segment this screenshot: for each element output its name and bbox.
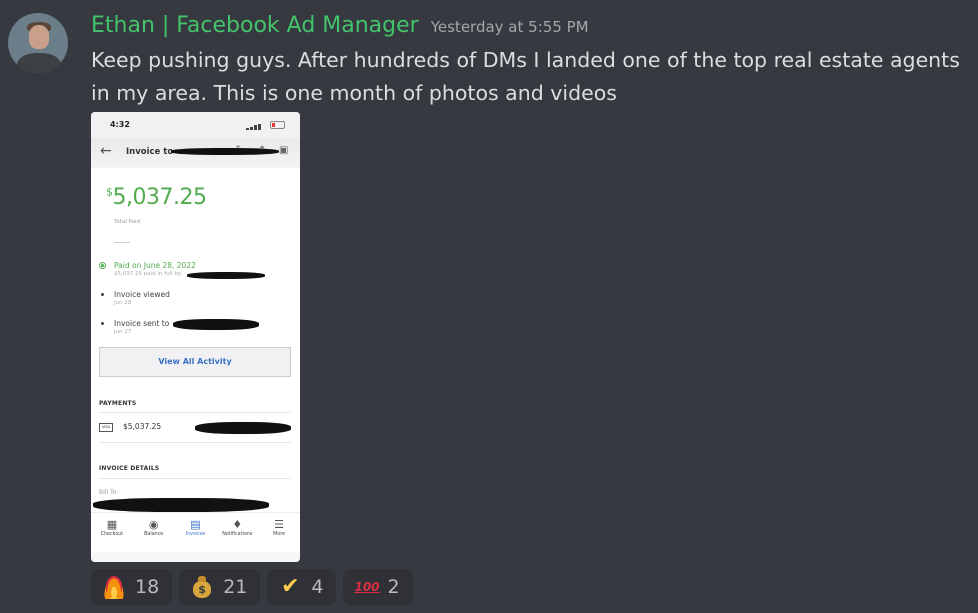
redaction-scribble (171, 148, 279, 155)
tab-invoices[interactable]: ▤ Invoices (175, 513, 217, 553)
reaction-count: 21 (223, 576, 248, 598)
invoice-header: ← Invoice to ↧ ↥ ▣ (91, 138, 300, 168)
home-indicator (91, 552, 300, 562)
message-timestamp[interactable]: Yesterday at 5:55 PM (431, 18, 589, 36)
bullet-icon (101, 293, 104, 296)
tab-notifications[interactable]: ♦ Notifications (216, 513, 258, 553)
invoice-amount: $5,037.25 (106, 185, 207, 210)
tab-more[interactable]: ☰ More (258, 513, 300, 553)
activity-title: Invoice viewed (114, 290, 170, 299)
reaction-money-bag[interactable]: 21 (179, 569, 261, 605)
battery-icon (270, 121, 285, 129)
phone-clock: 4:32 (110, 120, 130, 129)
card-icon: VISA (99, 423, 113, 432)
reaction-count: 2 (387, 576, 400, 598)
redaction-scribble (195, 422, 291, 434)
username[interactable]: Ethan | Facebook Ad Manager (91, 13, 419, 38)
balance-icon: ◉ (148, 518, 159, 531)
activity-subtitle: Jun 28 (114, 300, 132, 306)
money-bag-icon (190, 575, 214, 599)
tab-label: Checkout (100, 532, 124, 537)
activity-subtitle: Jun 27 (114, 329, 132, 335)
grid-icon: ▦ (106, 518, 118, 531)
redaction-scribble (93, 498, 269, 512)
invoice-details-heading: INVOICE DETAILS (99, 465, 160, 472)
phone-status-bar: 4:32 (91, 112, 300, 138)
reaction-count: 18 (135, 576, 160, 598)
divider (99, 478, 291, 479)
hundred-points-icon: 100 (354, 580, 380, 594)
tab-balance[interactable]: ◉ Balance (133, 513, 175, 553)
activity-title: Invoice sent to (114, 319, 170, 328)
thumbs-up-icon: ✔ (281, 574, 300, 599)
invoice-title: Invoice to (126, 147, 174, 157)
bullet-icon (101, 322, 104, 325)
activity-subtitle: $5,037.25 paid in full by (114, 271, 182, 277)
message-header: Ethan | Facebook Ad Manager Yesterday at… (91, 13, 589, 43)
paid-status-icon (99, 262, 106, 269)
reaction-count: 4 (311, 576, 324, 598)
tab-label: Notifications (222, 532, 253, 537)
divider (99, 412, 291, 413)
divider (99, 442, 291, 443)
reaction-hundred[interactable]: 100 2 (343, 569, 413, 605)
fire-icon (102, 575, 126, 599)
tab-label: Balance (144, 532, 164, 537)
payment-amount: $5,037.25 (123, 422, 162, 431)
invoice-icon: ▤ (190, 518, 201, 531)
payments-heading: PAYMENTS (99, 400, 137, 407)
redaction-scribble (187, 272, 265, 279)
user-avatar[interactable] (8, 13, 68, 73)
avatar-shirt (17, 53, 61, 73)
avatar-face (29, 25, 49, 49)
view-all-activity-button[interactable]: View All Activity (99, 347, 291, 377)
tab-checkout[interactable]: ▦ Checkout (91, 513, 133, 553)
redaction-scribble (173, 319, 259, 330)
total-paid-label: Total Paid (114, 219, 141, 225)
reactions-bar: 18 21 ✔ 4 100 2 (91, 569, 413, 605)
menu-icon: ☰ (274, 518, 285, 531)
more-icon: ▣ (279, 145, 289, 156)
bell-icon: ♦ (232, 518, 243, 531)
bill-to-label: Bill To (99, 489, 117, 496)
image-attachment[interactable]: 4:32 ← Invoice to ↧ ↥ ▣ $5,037.25 Total … (91, 112, 300, 562)
amount-value: 5,037.25 (112, 185, 207, 210)
tab-label: More (273, 532, 286, 537)
back-arrow-icon: ← (100, 143, 112, 159)
reaction-thumbs-up[interactable]: ✔ 4 (267, 569, 337, 605)
message-text: Keep pushing guys. After hundreds of DMs… (91, 48, 960, 105)
tab-label: Invoices (185, 532, 206, 537)
reaction-fire[interactable]: 18 (91, 569, 173, 605)
divider (114, 242, 130, 243)
tab-bar: ▦ Checkout ◉ Balance ▤ Invoices ♦ Notifi… (91, 512, 300, 553)
activity-title: Paid on June 28, 2022 (114, 261, 196, 270)
